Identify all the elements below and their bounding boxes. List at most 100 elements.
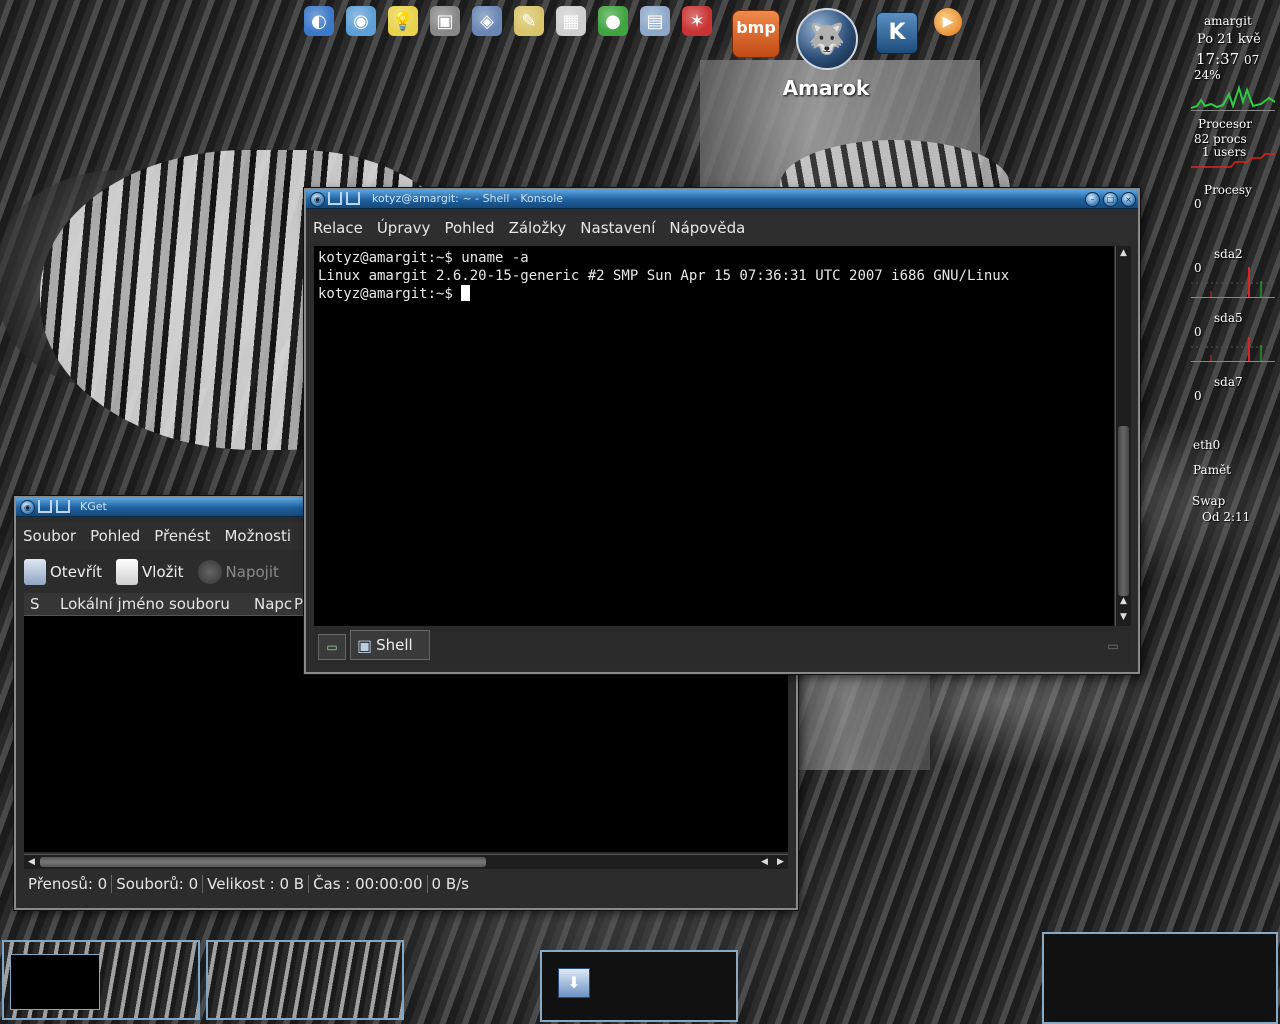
spreadsheet-icon[interactable]: ▦ bbox=[556, 6, 586, 36]
status-size: Velikost : 0 B bbox=[203, 875, 310, 893]
connect-button[interactable]: Napojit bbox=[197, 560, 279, 584]
scroll-thumb[interactable] bbox=[1118, 426, 1129, 596]
cpu-percent: 24% bbox=[1194, 68, 1221, 82]
kget-toolbar: Otevřít Vložit Napojit bbox=[24, 554, 293, 590]
cpu-label: Procesor bbox=[1198, 117, 1252, 131]
disk-value: 0 bbox=[1194, 389, 1202, 403]
scroll-up-icon[interactable]: ▲ bbox=[1116, 246, 1131, 260]
media-player-icon[interactable]: ▶ bbox=[934, 8, 962, 36]
titlebar-decoration-icon bbox=[328, 192, 342, 205]
scroll-up-icon[interactable]: ▲ bbox=[1116, 594, 1131, 608]
terminal-prompt-line: kotyz@amargit:~$ bbox=[318, 285, 1110, 303]
taskbar-area: ⬇ bbox=[540, 950, 738, 1022]
new-session-icon[interactable]: ▭ bbox=[318, 634, 346, 660]
swap-label: Swap bbox=[1192, 494, 1226, 508]
processes-value: 0 bbox=[1194, 197, 1202, 211]
net-label: eth0 bbox=[1193, 438, 1221, 452]
scroll-right-icon[interactable]: ▶ bbox=[773, 855, 788, 869]
connect-icon bbox=[197, 560, 222, 584]
desktop-pager-1[interactable] bbox=[2, 940, 200, 1020]
scroll-left-icon[interactable]: ◀ bbox=[24, 855, 39, 869]
kget-menu-item[interactable]: Soubor bbox=[23, 527, 76, 545]
procs-count: 82 procs bbox=[1194, 132, 1247, 146]
paste-button[interactable]: Vložit bbox=[116, 559, 184, 585]
clock-time: 17:37 07 bbox=[1196, 50, 1259, 68]
cpu-graph bbox=[1190, 84, 1276, 111]
kget-menu-item[interactable]: Možnosti bbox=[224, 527, 291, 545]
monitor-icon[interactable]: ▣ bbox=[430, 6, 460, 36]
terminal-icon: ▣ bbox=[357, 635, 373, 655]
col-local-filename[interactable]: Lokální jméno souboru bbox=[60, 595, 230, 613]
globe-icon[interactable]: ◉ bbox=[346, 6, 376, 36]
bmp-launcher[interactable]: bmp bbox=[732, 10, 780, 58]
app-dock: ◐ ◉ 💡 ▣ ◈ ✎ ▦ ● ▤ ✶ bmp 🐺 Amarok K ▶ bbox=[300, 0, 980, 110]
bmp-label: bmp bbox=[736, 18, 776, 37]
disk-graph bbox=[1191, 263, 1275, 298]
titlebar-decoration-icon bbox=[38, 500, 52, 513]
desktop-pager-2[interactable] bbox=[206, 940, 404, 1020]
system-monitor: amargit Po 21 kvě 17:37 07 24% Procesor … bbox=[1186, 14, 1276, 534]
cpu-graph-svg bbox=[1190, 84, 1276, 110]
tab-shell[interactable]: ▣ Shell bbox=[350, 630, 430, 660]
open-button[interactable]: Otevřít bbox=[24, 559, 102, 585]
konsole-menu-item[interactable]: Nápověda bbox=[669, 219, 745, 237]
network-globe-icon[interactable]: ● bbox=[598, 6, 628, 36]
konsole-menu-item[interactable]: Relace bbox=[313, 219, 363, 237]
disk-label: sda7 bbox=[1214, 375, 1243, 389]
disk-label: sda2 bbox=[1214, 247, 1243, 261]
maximize-icon[interactable]: □ bbox=[1103, 192, 1118, 207]
minimize-icon[interactable]: – bbox=[1085, 192, 1100, 207]
notepad-icon[interactable]: ✎ bbox=[514, 6, 544, 36]
open-button-label: Otevřít bbox=[50, 563, 103, 581]
save-disk-icon[interactable]: ◈ bbox=[472, 6, 502, 36]
konsole-menu-item[interactable]: Pohled bbox=[444, 219, 494, 237]
session-tabbar: ▭ ▣ Shell ▭ bbox=[314, 628, 1130, 664]
status-files: Souborů: 0 bbox=[112, 875, 204, 893]
scroll-thumb[interactable] bbox=[40, 857, 486, 867]
kget-menu-item[interactable]: Pohled bbox=[90, 527, 140, 545]
text-cursor bbox=[461, 285, 471, 301]
konsole-menu-item[interactable]: Nastavení bbox=[580, 219, 655, 237]
amarok-icon[interactable]: 🐺 bbox=[796, 8, 858, 70]
amarok-label: Amarok bbox=[782, 76, 870, 100]
uptime: Od 2:11 bbox=[1202, 510, 1251, 524]
pdf-icon[interactable]: ✶ bbox=[682, 6, 712, 36]
konsole-title: kotyz@amargit: ~ - Shell - Konsole bbox=[372, 192, 564, 205]
kget-title: KGet bbox=[80, 500, 107, 513]
open-file-icon bbox=[24, 559, 46, 585]
col-progress[interactable]: Napc bbox=[254, 595, 292, 613]
tab-shell-label: Shell bbox=[376, 636, 413, 654]
col-extra[interactable]: P bbox=[294, 595, 303, 613]
disk-graph bbox=[1191, 327, 1275, 362]
titlebar-decoration-icon bbox=[56, 500, 70, 513]
konsole-titlebar[interactable]: ◉ kotyz@amargit: ~ - Shell - Konsole – □… bbox=[306, 190, 1138, 209]
paste-icon bbox=[116, 559, 139, 585]
close-session-icon[interactable]: ▭ bbox=[1100, 634, 1126, 658]
close-icon[interactable]: × bbox=[1121, 192, 1136, 207]
system-tray bbox=[1042, 932, 1278, 1024]
kde-launcher-icon[interactable]: K bbox=[876, 12, 918, 54]
window-menu-icon[interactable]: ◉ bbox=[20, 500, 35, 515]
kget-taskbar-icon[interactable]: ⬇ bbox=[558, 968, 590, 998]
window-menu-icon[interactable]: ◉ bbox=[310, 192, 325, 207]
col-status[interactable]: S bbox=[30, 595, 40, 613]
procs-graph-svg bbox=[1191, 153, 1275, 168]
terminal-line: Linux amargit 2.6.20-15-generic #2 SMP S… bbox=[318, 268, 1010, 284]
scroll-left-icon[interactable]: ◀ bbox=[757, 855, 772, 869]
konsole-menu-item[interactable]: Úpravy bbox=[377, 219, 431, 237]
browser-icon[interactable]: ◐ bbox=[304, 6, 334, 36]
horizontal-scrollbar[interactable]: ◀ ◀ ▶ bbox=[24, 854, 788, 869]
clock-seconds: 07 bbox=[1244, 53, 1260, 67]
scroll-down-icon[interactable]: ▼ bbox=[1116, 610, 1131, 624]
procs-graph bbox=[1191, 148, 1275, 168]
photos-icon[interactable]: ▤ bbox=[640, 6, 670, 36]
terminal-output[interactable]: kotyz@amargit:~$ uname -a Linux amargit 2… bbox=[314, 246, 1114, 626]
terminal-prompt: kotyz@amargit:~$ bbox=[318, 286, 462, 302]
lightbulb-icon[interactable]: 💡 bbox=[388, 6, 418, 36]
kget-menu-item[interactable]: Přenést bbox=[154, 527, 210, 545]
status-transfers: Přenosů: 0 bbox=[24, 875, 113, 893]
pager-window-thumbnail bbox=[10, 954, 100, 1010]
disk-label: sda5 bbox=[1214, 311, 1243, 325]
vertical-scrollbar[interactable]: ▲ ▲ ▼ bbox=[1115, 246, 1131, 626]
konsole-menu-item[interactable]: Záložky bbox=[509, 219, 567, 237]
